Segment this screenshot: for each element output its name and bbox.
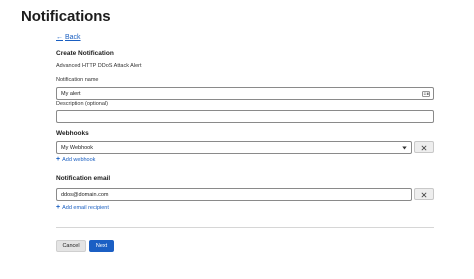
add-email-recipient-link[interactable]: + Add email recipient bbox=[56, 204, 109, 211]
description-input[interactable] bbox=[56, 110, 434, 123]
close-icon bbox=[421, 138, 427, 156]
contact-card-icon bbox=[421, 89, 431, 99]
notification-page: Notifications ← Back Create Notification… bbox=[0, 0, 474, 279]
notification-name-value: My alert bbox=[61, 90, 81, 97]
back-link-label: Back bbox=[65, 34, 81, 41]
page-title: Notifications bbox=[21, 8, 111, 25]
plus-icon: + bbox=[56, 156, 61, 163]
add-webhook-link[interactable]: + Add webhook bbox=[56, 156, 95, 163]
plus-icon: + bbox=[56, 204, 61, 211]
caret-down-icon bbox=[399, 143, 409, 153]
form-section-title: Create Notification bbox=[56, 50, 114, 57]
notification-name-input[interactable]: My alert bbox=[56, 87, 434, 100]
back-link[interactable]: ← Back bbox=[56, 34, 81, 41]
remove-webhook-button[interactable] bbox=[414, 141, 434, 153]
next-button[interactable]: Next bbox=[89, 240, 114, 252]
add-webhook-label: Add webhook bbox=[62, 156, 96, 163]
webhook-select[interactable]: My Webhook bbox=[56, 141, 412, 154]
notification-email-input[interactable]: ddos@domain.com bbox=[56, 188, 412, 201]
arrow-left-icon: ← bbox=[56, 34, 63, 41]
add-email-recipient-label: Add email recipient bbox=[62, 204, 109, 211]
notification-email-value: ddos@domain.com bbox=[61, 191, 109, 198]
description-label: Description (optional) bbox=[56, 101, 108, 107]
form-divider bbox=[56, 227, 434, 228]
webhook-select-value: My Webhook bbox=[61, 144, 93, 151]
remove-email-button[interactable] bbox=[414, 188, 434, 200]
cancel-button[interactable]: Cancel bbox=[56, 240, 86, 252]
close-icon bbox=[421, 185, 427, 203]
webhooks-title: Webhooks bbox=[56, 130, 89, 137]
notification-name-label: Notification name bbox=[56, 77, 99, 83]
notification-type-text: Advanced HTTP DDoS Attack Alert bbox=[56, 63, 142, 69]
notification-email-title: Notification email bbox=[56, 175, 111, 182]
